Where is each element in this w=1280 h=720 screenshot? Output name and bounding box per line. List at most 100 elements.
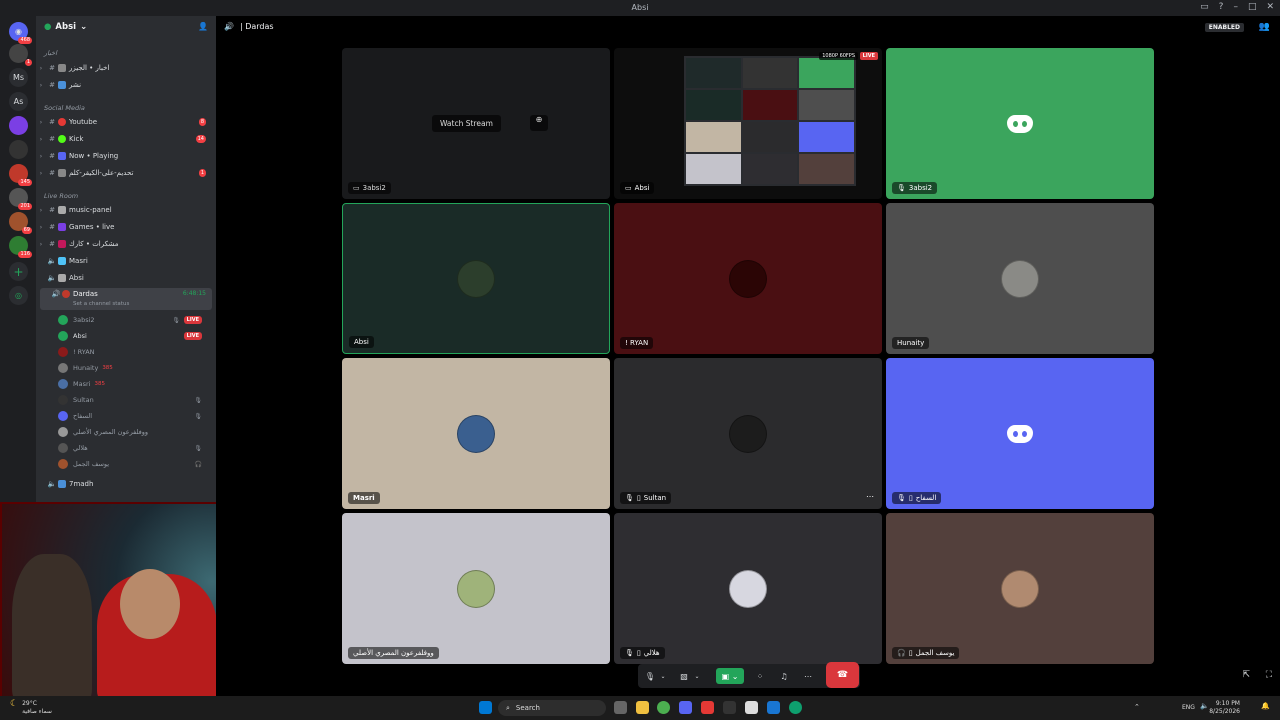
soundboard-icon[interactable]: ♫ — [776, 668, 792, 684]
add-server-icon[interactable]: + — [9, 262, 28, 281]
start-button[interactable] — [479, 701, 492, 714]
chevron-down-icon[interactable]: ⌄ — [658, 668, 668, 684]
server-icon[interactable] — [9, 116, 28, 135]
minimize-button[interactable]: – — [1233, 2, 1238, 12]
participant-tile[interactable]: Masri — [342, 358, 610, 509]
call-view: 🔊 | Dardas ENABLED 👥 Watch Stream ⊕ ▭ 3ab… — [216, 16, 1280, 696]
screen-icon: ▭ — [353, 184, 360, 192]
voice-member[interactable]: السفاح 🎙 — [58, 409, 210, 423]
discord-logo-icon — [1007, 114, 1033, 133]
edge-icon[interactable] — [789, 701, 802, 714]
channel-arabic[interactable]: › # تحديم-على-الكيقر-كلم 1 — [36, 166, 212, 180]
inbox-icon[interactable]: ▭ — [1200, 2, 1209, 12]
tile-label: 🎙 ▯ Sultan — [620, 492, 672, 504]
chevron-down-icon[interactable]: ⌄ — [692, 668, 702, 684]
channel-status[interactable]: Set a channel status — [73, 301, 129, 307]
voice-member[interactable]: هلالي 🎙 — [58, 441, 210, 455]
participant-tile[interactable]: 🎙 ▯ Sultan ⋯ — [614, 358, 882, 509]
speaker-icon: 🔈 — [47, 274, 57, 282]
voice-member[interactable]: ! RYAN — [58, 345, 210, 359]
tile-label: 🎙 ▯ هلالي — [620, 647, 665, 659]
channel-arabic-2[interactable]: › # مشكرات • كارك — [36, 237, 212, 251]
popout-icon[interactable]: ⊕ — [530, 115, 548, 131]
close-button[interactable]: ✕ — [1266, 2, 1274, 12]
channel-news[interactable]: › # اخبار • الجيزر — [36, 61, 212, 75]
microphone-button[interactable]: 🎙 — [642, 668, 658, 684]
channel-now-playing[interactable]: › # Now • Playing — [36, 149, 212, 163]
channel-youtube[interactable]: › # Youtube 8 — [36, 115, 212, 129]
server-icon-as[interactable]: As — [9, 92, 28, 111]
avatar — [58, 459, 68, 469]
camera-off-button[interactable]: ▧ — [676, 668, 692, 684]
discover-icon[interactable]: ◎ — [9, 286, 28, 305]
avatar — [457, 414, 495, 453]
channel-kick[interactable]: › # Kick 14 — [36, 132, 212, 146]
app-icon[interactable] — [723, 701, 736, 714]
photos-icon[interactable] — [767, 701, 780, 714]
more-options-icon[interactable]: ⋯ — [866, 492, 874, 501]
participant-tile[interactable]: ! RYAN — [614, 203, 882, 354]
participant-tile[interactable]: 🎧 ▯ يوسف الجمل — [886, 513, 1154, 664]
server-icon[interactable]: 145 — [9, 164, 32, 186]
speaker-icon: 🔊 — [51, 290, 61, 298]
server-icon[interactable] — [9, 140, 28, 159]
voice-member[interactable]: Sultan 🎙 — [58, 393, 210, 407]
category-live[interactable]: Live Room — [44, 192, 78, 200]
participant-tile[interactable]: 🎙 3absi2 — [886, 48, 1154, 199]
stream-tile[interactable]: 1080P 60FPS LIVE ▭ Absi — [614, 48, 882, 199]
participant-tile[interactable]: ووفلفرعون المصري الأصلي — [342, 513, 610, 664]
activities-icon[interactable]: ⁘ — [752, 668, 768, 684]
server-icon[interactable]: 69 — [9, 212, 32, 234]
direct-messages-button[interactable]: ◉ 468 — [9, 22, 32, 44]
voice-member[interactable]: Masri 385 — [58, 377, 210, 391]
voice-channel-dardas[interactable]: 🔊 Dardas 6:48:15 Set a channel status — [40, 288, 212, 310]
help-icon[interactable]: ? — [1219, 2, 1224, 12]
task-view-icon[interactable] — [614, 701, 627, 714]
server-icon[interactable]: 1 — [9, 44, 32, 66]
voice-member[interactable]: 3absi2 🎙 LIVE — [58, 313, 210, 327]
participant-tile[interactable]: 🎙 ▯ هلالي — [614, 513, 882, 664]
lang-indicator[interactable]: ENG — [1182, 704, 1195, 711]
participant-tile[interactable]: 🎙 ▯ السفاح — [886, 358, 1154, 509]
discord-icon[interactable] — [679, 701, 692, 714]
store-icon[interactable] — [745, 701, 758, 714]
clock[interactable]: 9:10 PM 8/25/2026 — [1209, 700, 1240, 716]
disconnect-button[interactable]: ☎ — [826, 662, 859, 688]
chrome-icon[interactable] — [657, 701, 670, 714]
watch-stream-button[interactable]: Watch Stream — [432, 115, 501, 132]
participants-icon[interactable]: 👥 — [1259, 22, 1270, 32]
more-options-icon[interactable]: ⋯ — [800, 668, 816, 684]
notifications-icon[interactable]: 🔔 — [1261, 702, 1270, 710]
voice-channel-absi[interactable]: 🔈 Absi — [36, 271, 212, 285]
channel-games-live[interactable]: › # Games • live — [36, 220, 212, 234]
guild-header[interactable]: ● Absi ⌄ — [44, 22, 87, 32]
popout-icon[interactable]: ⇱ — [1242, 670, 1250, 680]
app-icon[interactable] — [701, 701, 714, 714]
voice-member[interactable]: Absi LIVE — [58, 329, 210, 343]
voice-channel-7madh[interactable]: 🔈 7madh — [36, 477, 212, 491]
participant-tile[interactable]: Hunaity — [886, 203, 1154, 354]
fullscreen-icon[interactable]: ⛶ — [1266, 670, 1272, 680]
file-explorer-icon[interactable] — [636, 701, 649, 714]
category-social[interactable]: Social Media — [44, 104, 85, 112]
channel-publish[interactable]: › # نشر — [36, 78, 212, 92]
stream-tile[interactable]: Watch Stream ⊕ ▭ 3absi2 — [342, 48, 610, 199]
server-icon[interactable]: 201 — [9, 188, 32, 210]
category-news[interactable]: اخبار — [44, 49, 57, 57]
add-member-icon[interactable]: 👤 — [198, 22, 208, 31]
search-box[interactable]: ⌕ Search — [498, 700, 606, 716]
voice-member[interactable]: يوسف الجمل 🎧 — [58, 457, 210, 471]
weather-widget[interactable]: ☾ 29°C سماء صافية — [10, 700, 52, 716]
voice-member[interactable]: Hunaity 385 — [58, 361, 210, 375]
participant-tile[interactable]: Absi — [342, 203, 610, 354]
maximize-button[interactable]: □ — [1248, 2, 1257, 12]
server-icon[interactable]: 116 — [9, 236, 32, 258]
channel-music-panel[interactable]: › # music-panel — [36, 203, 212, 217]
moon-icon: ☾ — [10, 699, 19, 709]
voice-channel-masri[interactable]: 🔈 Masri — [36, 254, 212, 268]
volume-icon[interactable]: 🔈 — [1200, 702, 1209, 710]
screen-share-button[interactable]: ▣ ⌄ — [716, 668, 744, 684]
tray-expand-icon[interactable]: ⌃ — [1134, 703, 1140, 711]
voice-member[interactable]: ووفلفرعون المصري الأصلي — [58, 425, 210, 439]
server-icon-ms[interactable]: Ms — [9, 68, 28, 87]
